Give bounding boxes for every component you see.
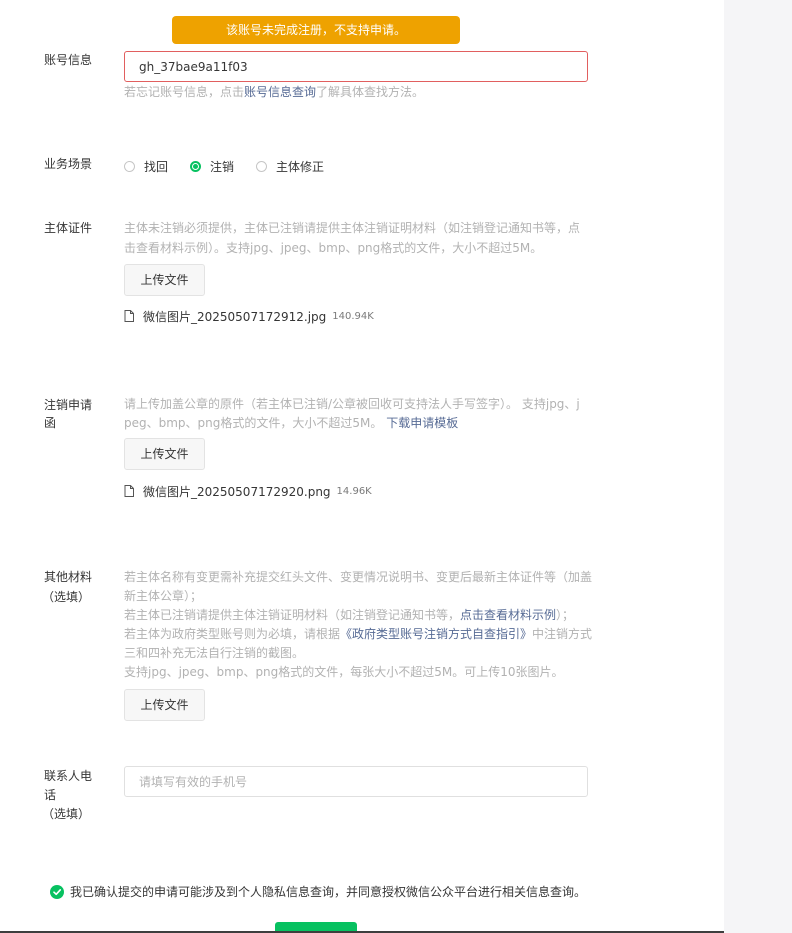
application-letter-upload-button[interactable]: 上传文件 (124, 438, 205, 470)
agreement-text: 我已确认提交的申请可能涉及到个人隐私信息查询，并同意授权微信公众平台进行相关信息… (70, 885, 587, 899)
application-letter-desc-line1: 请上传加盖公章的原件（若主体已注销/公章被回收可支持法人手写签字）。 支持jpg… (124, 397, 580, 411)
other-label-line1: 其他材料 (44, 570, 93, 584)
other-desc-line1: 若主体名称有变更需补充提交红头文件、变更情况说明书、变更后最新主体证件等（加盖 (124, 570, 593, 584)
contact-label-line3: （选填） (41, 807, 90, 821)
file-size: 140.94K (332, 310, 374, 322)
radio-circle-icon (124, 160, 135, 172)
contact-label-line1: 联系人电 (44, 769, 93, 783)
other-desc-line5: 三和四补充无法自行注销的截图。 (124, 646, 305, 660)
view-material-example-link[interactable]: 点击查看材料示例 (460, 608, 556, 622)
other-desc-line3: 若主体已注销请提供主体注销证明材料（如注销登记通知书等，点击查看材料示例）； (124, 608, 575, 622)
download-template-link[interactable]: 下载申请模板 (386, 416, 458, 430)
warning-banner: 该账号未完成注册，不支持申请。 (172, 16, 460, 44)
application-letter-label-line1: 注销申请 (44, 398, 93, 412)
radio-entity-correction[interactable]: 主体修正 (256, 158, 324, 175)
file-name: 微信图片_20250507172912.jpg (143, 309, 327, 324)
radio-checked-icon (190, 160, 202, 172)
contact-label-line2: 话 (44, 788, 57, 802)
other-desc-line4: 若主体为政府类型账号则为必填，请根据《政府类型账号注销方式自查指引》中注销方式 (124, 627, 593, 641)
radio-circle-icon (256, 160, 268, 172)
agreement-row[interactable]: 我已确认提交的申请可能涉及到个人隐私信息查询，并同意授权微信公众平台进行相关信息… (50, 883, 586, 900)
account-hint: 若忘记账号信息，点击账号信息查询了解具体查找方法。 (124, 85, 425, 99)
other-desc-line6: 支持jpg、jpeg、bmp、png格式的文件，每张大小不超过5M。可上传10张… (124, 665, 564, 679)
certificate-label: 主体证件 (44, 221, 93, 235)
account-input[interactable] (124, 51, 588, 82)
certificate-upload-button[interactable]: 上传文件 (124, 264, 205, 296)
certificate-desc-line1: 主体未注销必须提供，主体已注销请提供主体注销证明材料（如注销登记通知书等，点 (124, 221, 581, 235)
radio-cancel[interactable]: 注销 (190, 158, 234, 175)
account-query-link[interactable]: 账号信息查询 (244, 85, 316, 99)
file-name: 微信图片_20250507172920.png (143, 484, 331, 499)
certificate-desc-line2: 击查看材料示例）。支持jpg、jpeg、bmp、png格式的文件，大小不超过5M… (124, 241, 543, 255)
application-letter-desc-line2: peg、bmp、png格式的文件，大小不超过5M。 下载申请模板 (124, 416, 459, 430)
gov-account-guide-link[interactable]: 《政府类型账号注销方式自查指引》 (340, 627, 532, 641)
phone-input[interactable] (124, 766, 588, 797)
file-icon (124, 485, 134, 497)
file-size: 14.96K (336, 485, 372, 497)
scenario-radio-group: 找回 注销 主体修正 (124, 156, 346, 176)
application-letter-label-line2: 函 (44, 416, 57, 430)
account-label: 账号信息 (44, 53, 93, 67)
other-label-line2: （选填） (41, 590, 90, 604)
certificate-file[interactable]: 微信图片_20250507172912.jpg 140.94K (124, 306, 374, 326)
scenario-label: 业务场景 (44, 157, 93, 171)
file-icon (124, 310, 134, 322)
other-desc-line2: 新主体公章）； (124, 589, 203, 603)
check-circle-icon[interactable] (50, 884, 64, 899)
other-upload-button[interactable]: 上传文件 (124, 689, 205, 721)
application-letter-file[interactable]: 微信图片_20250507172920.png 14.96K (124, 481, 372, 501)
radio-recover[interactable]: 找回 (124, 158, 168, 175)
right-side-panel (724, 0, 792, 933)
